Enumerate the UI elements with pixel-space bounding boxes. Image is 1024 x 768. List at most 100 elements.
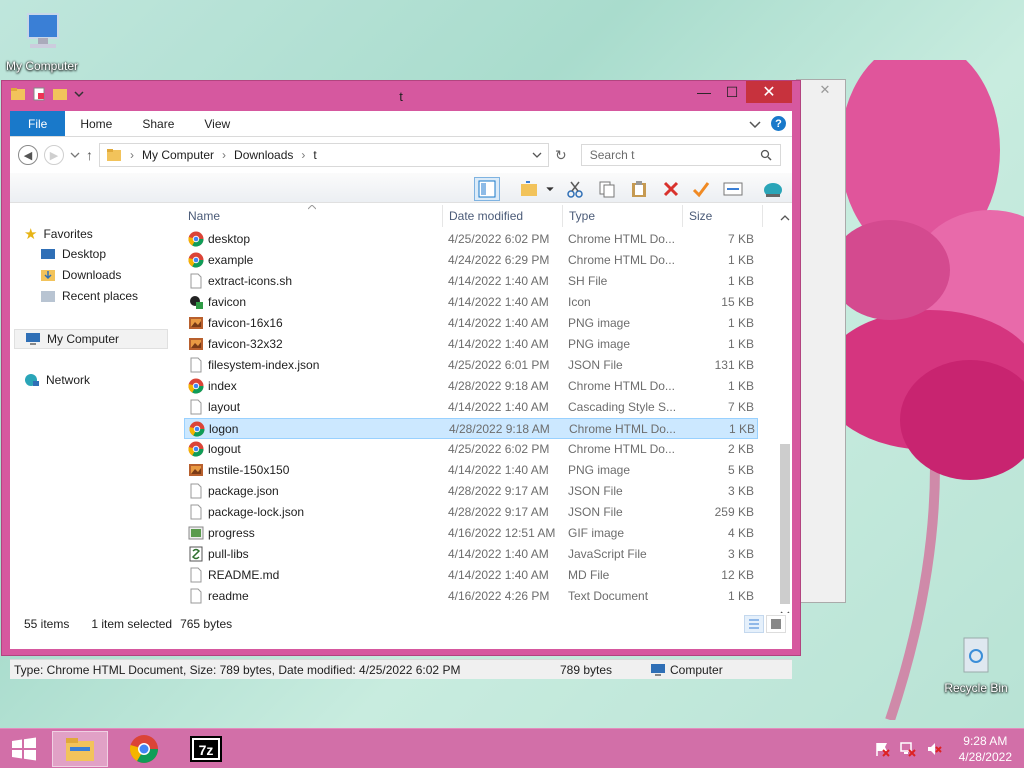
nav-network[interactable]: Network: [24, 373, 90, 387]
column-type[interactable]: Type: [569, 209, 595, 223]
window-title: t: [399, 89, 403, 104]
column-date[interactable]: Date modified: [449, 209, 523, 223]
chevron-down-icon[interactable]: [532, 150, 542, 160]
file-row[interactable]: example 4/24/2022 6:29 PM Chrome HTML Do..…: [184, 250, 758, 271]
refresh-icon[interactable]: ↻: [555, 147, 567, 164]
file-size: 3 KB: [727, 547, 754, 561]
action-center-flag-icon[interactable]: [874, 741, 890, 757]
volume-muted-icon[interactable]: [926, 741, 942, 757]
details-view-button[interactable]: [744, 615, 764, 633]
file-size: 1 KB: [728, 422, 755, 436]
file-row[interactable]: logon 4/28/2022 9:18 AM Chrome HTML Do... 1…: [184, 418, 758, 439]
tab-file[interactable]: File: [10, 111, 66, 136]
properties-button[interactable]: [720, 177, 746, 201]
system-clock[interactable]: 9:28 AM 4/28/2022: [959, 733, 1012, 765]
file-list: Name Date modified Type Size desktop 4/25…: [184, 205, 782, 613]
expand-ribbon-icon[interactable]: [749, 119, 761, 129]
search-input[interactable]: Search t: [580, 144, 781, 166]
file-row[interactable]: mstile-150x150 4/14/2022 1:40 AM PNG image…: [184, 460, 758, 481]
copy-button[interactable]: [594, 177, 620, 201]
tab-share[interactable]: Share: [127, 111, 189, 136]
file-type: JSON File: [568, 358, 623, 372]
selected-file-details: Type: Chrome HTML Document, Size: 789 by…: [14, 663, 461, 677]
file-size: 2 KB: [727, 442, 754, 456]
file-row[interactable]: desktop 4/25/2022 6:02 PM Chrome HTML Do..…: [184, 229, 758, 250]
computer-icon: [651, 664, 665, 676]
file-row[interactable]: logout 4/25/2022 6:02 PM Chrome HTML Do...…: [184, 439, 758, 460]
move-to-button[interactable]: [516, 177, 542, 201]
file-row[interactable]: progress 4/16/2022 12:51 AM GIF image 4 KB: [184, 523, 758, 544]
search-placeholder: Search t: [589, 148, 635, 162]
nav-desktop[interactable]: Desktop: [40, 247, 106, 261]
chrome-icon: [129, 735, 158, 763]
start-button[interactable]: [0, 731, 48, 767]
chevron-down-icon[interactable]: [546, 185, 554, 193]
cut-button[interactable]: [562, 177, 588, 201]
breadcrumb-downloads[interactable]: Downloads: [234, 148, 293, 162]
help-button[interactable]: ?: [771, 116, 786, 131]
file-row[interactable]: favicon 4/14/2022 1:40 AM Icon 15 KB: [184, 292, 758, 313]
recent-locations-icon[interactable]: [70, 150, 80, 160]
desktop-icon-my-computer[interactable]: My Computer: [0, 10, 84, 73]
breadcrumb-my-computer[interactable]: My Computer: [142, 148, 214, 162]
minimize-button[interactable]: —: [690, 81, 718, 103]
nav-label: Recent places: [62, 289, 139, 303]
column-separator[interactable]: [682, 205, 683, 227]
nav-favorites[interactable]: ★ Favorites: [24, 225, 93, 243]
desktop-icon-recycle-bin[interactable]: Recycle Bin: [934, 632, 1018, 695]
delete-button[interactable]: [658, 177, 684, 201]
taskbar-7zip[interactable]: 7z: [178, 731, 234, 767]
nav-my-computer[interactable]: My Computer: [14, 329, 168, 349]
file-row[interactable]: extract-icons.sh 4/14/2022 1:40 AM SH File…: [184, 271, 758, 292]
breadcrumb-t[interactable]: t: [313, 148, 316, 162]
file-row[interactable]: readme 4/16/2022 4:26 PM Text Document 1 KB: [184, 586, 758, 607]
vertical-scrollbar[interactable]: [778, 205, 792, 613]
network-button[interactable]: [760, 177, 786, 201]
file-row[interactable]: favicon-16x16 4/14/2022 1:40 AM PNG image 1…: [184, 313, 758, 334]
file-row[interactable]: filesystem-index.json 4/25/2022 6:01 PM JS…: [184, 355, 758, 376]
address-bar[interactable]: › My Computer › Downloads › t: [99, 143, 549, 167]
nav-downloads[interactable]: Downloads: [40, 268, 121, 282]
file-row[interactable]: layout 4/14/2022 1:40 AM Cascading Style S…: [184, 397, 758, 418]
file-type: Text Document: [568, 589, 649, 603]
up-arrow-icon[interactable]: ↑: [86, 147, 93, 163]
large-icons-view-button[interactable]: [766, 615, 786, 633]
tab-view[interactable]: View: [189, 111, 245, 136]
file-row[interactable]: pull-libs 4/14/2022 1:40 AM JavaScript Fil…: [184, 544, 758, 565]
title-bar[interactable]: t — ☐ ✕: [2, 81, 800, 111]
taskbar-chrome[interactable]: [116, 731, 172, 767]
computer-icon: [26, 333, 40, 345]
maximize-button[interactable]: ☐: [718, 81, 746, 103]
file-date: 4/24/2022 6:29 PM: [448, 253, 550, 267]
forward-button[interactable]: ▶: [44, 145, 64, 165]
file-date: 4/14/2022 1:40 AM: [448, 547, 549, 561]
column-size[interactable]: Size: [689, 209, 712, 223]
column-separator[interactable]: [442, 205, 443, 227]
large-icons-view-icon: [771, 619, 781, 629]
file-row[interactable]: favicon-32x32 4/14/2022 1:40 AM PNG image 1…: [184, 334, 758, 355]
column-name[interactable]: Name: [188, 209, 220, 223]
chrome-file-icon: [188, 378, 204, 394]
network-status-icon[interactable]: [900, 741, 916, 757]
file-date: 4/14/2022 1:40 AM: [448, 337, 549, 351]
paste-button[interactable]: [626, 177, 652, 201]
column-separator[interactable]: [562, 205, 563, 227]
preview-pane-button[interactable]: [474, 177, 500, 201]
background-window[interactable]: ✕: [796, 79, 846, 603]
close-button[interactable]: ✕: [746, 81, 792, 103]
file-row[interactable]: package-lock.json 4/28/2022 9:17 AM JSON F…: [184, 502, 758, 523]
background-window-close-button[interactable]: ✕: [809, 82, 841, 100]
file-row[interactable]: package.json 4/28/2022 9:17 AM JSON File 3 …: [184, 481, 758, 502]
file-row[interactable]: README.md 4/14/2022 1:40 AM MD File 12 KB: [184, 565, 758, 586]
tab-home[interactable]: Home: [65, 111, 127, 136]
rename-button[interactable]: [688, 177, 714, 201]
nav-recent-places[interactable]: Recent places: [40, 289, 138, 303]
back-button[interactable]: ◀: [18, 145, 38, 165]
nav-label: Downloads: [62, 268, 122, 282]
column-separator[interactable]: [762, 205, 763, 227]
file-row[interactable]: index 4/28/2022 9:18 AM Chrome HTML Do... 1…: [184, 376, 758, 397]
chrome-file-icon: [189, 421, 205, 437]
file-type: PNG image: [568, 337, 631, 351]
clipboard-icon: [632, 181, 646, 197]
taskbar-file-explorer[interactable]: [52, 731, 108, 767]
